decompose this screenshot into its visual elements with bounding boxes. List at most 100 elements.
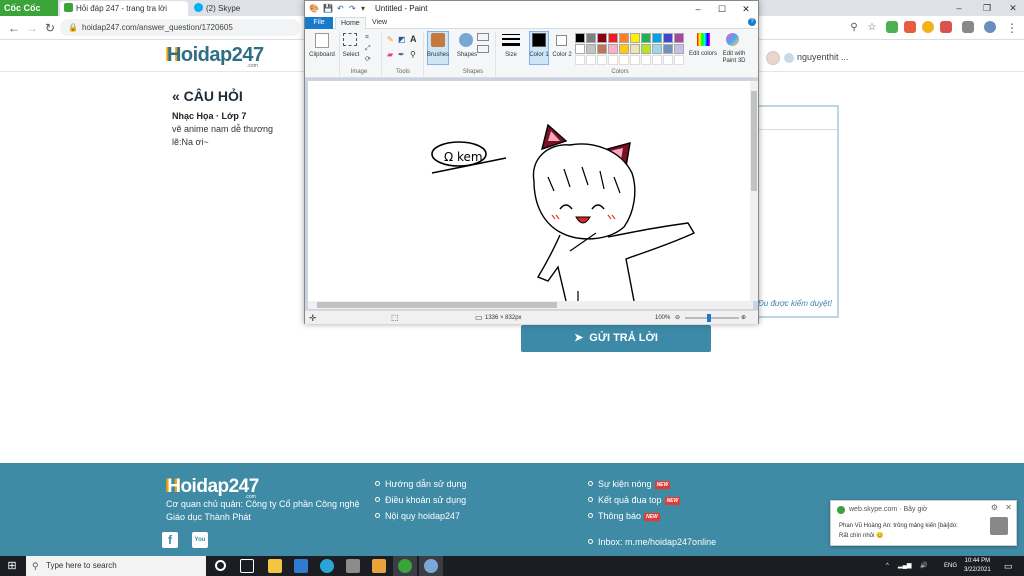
paint-window[interactable]: 🎨 💾 ↶ ↷ ▾ Untitled - Paint – ☐ ✕ File Ho… (304, 0, 759, 324)
puzzle-icon[interactable] (962, 21, 974, 33)
footer-logo[interactable]: HHoidap247 .com (165, 476, 259, 500)
customize-toolbar-icon[interactable]: ▾ (361, 1, 365, 17)
undo-icon[interactable]: ↶ (337, 1, 344, 17)
zoom-out-icon[interactable]: ⊖ (675, 311, 680, 325)
palette-swatch[interactable] (663, 33, 673, 43)
tab-file[interactable]: File (305, 17, 333, 29)
palette-swatch[interactable] (597, 33, 607, 43)
custom-color-swatch[interactable] (619, 55, 629, 65)
palette-swatch[interactable] (586, 44, 596, 54)
extension-icon[interactable] (922, 21, 934, 33)
outline-icon[interactable] (477, 33, 489, 41)
menu-icon[interactable]: ⋮ (1004, 20, 1020, 36)
gear-icon[interactable]: ⚙ (991, 503, 998, 512)
taskbar-search[interactable]: ⚲ Type here to search (26, 556, 206, 576)
restore-icon[interactable]: ❐ (978, 0, 996, 16)
tab-home[interactable]: Home (335, 17, 366, 29)
paint3d-icon[interactable] (726, 33, 739, 46)
forward-arrow-icon[interactable]: → (24, 20, 40, 36)
fill-icon[interactable]: ◩ (398, 35, 406, 44)
minimize-icon[interactable]: – (950, 0, 968, 16)
palette-swatch[interactable] (652, 33, 662, 43)
mail-icon[interactable] (294, 559, 308, 573)
office-icon[interactable] (372, 559, 386, 573)
skype-notification[interactable]: web.skype.com · Bây giờ ⚙ ✕ Phan Vũ Hoàn… (830, 500, 1017, 546)
palette-swatch[interactable] (674, 44, 684, 54)
site-logo[interactable]: HHoidap247 .com (165, 44, 264, 69)
save-icon[interactable]: 💾 (323, 1, 333, 17)
help-icon[interactable]: ? (748, 18, 756, 26)
tab-view[interactable]: View (367, 17, 392, 29)
custom-color-swatch[interactable] (674, 55, 684, 65)
custom-color-swatch[interactable] (575, 55, 585, 65)
paint-title-bar[interactable]: 🎨 💾 ↶ ↷ ▾ Untitled - Paint – ☐ ✕ (305, 1, 758, 17)
user-menu[interactable]: nguyenthit ... (766, 48, 849, 66)
address-bar[interactable]: 🔒 hoidap247.com/answer_question/1720605 (60, 19, 300, 36)
custom-color-swatch[interactable] (641, 55, 651, 65)
windows-start-icon[interactable]: ⊞ (0, 556, 24, 576)
palette-swatch[interactable] (608, 44, 618, 54)
answer-editor[interactable] (755, 105, 839, 318)
footer-link[interactable]: Hướng dẫn sử dụng (375, 479, 467, 489)
footer-link[interactable]: Thông báo NEW (588, 511, 660, 521)
palette-swatch[interactable] (641, 33, 651, 43)
file-explorer-icon[interactable] (268, 559, 282, 573)
horizontal-scroll-thumb[interactable] (317, 302, 557, 308)
messenger-inbox-link[interactable]: Inbox: m.me/hoidap247online (588, 537, 716, 547)
coccoc-taskbar-button[interactable] (393, 556, 417, 576)
palette-swatch[interactable] (597, 44, 607, 54)
paste-icon[interactable] (315, 33, 329, 48)
footer-link[interactable]: Nội quy hoidap247 (375, 511, 460, 521)
language-indicator[interactable]: ENG (944, 556, 957, 576)
custom-color-swatch[interactable] (586, 55, 596, 65)
tab-hoidap[interactable]: Hỏi đáp 247 - trang tra lời (60, 1, 188, 16)
drawing-canvas[interactable]: Ω kem (308, 81, 753, 302)
notifications-icon[interactable]: ▭ (1004, 556, 1013, 576)
custom-color-swatch[interactable] (630, 55, 640, 65)
extension-icon[interactable] (940, 21, 952, 33)
palette-swatch[interactable] (630, 33, 640, 43)
search-icon[interactable]: ⚲ (846, 20, 862, 36)
cortana-icon[interactable] (215, 560, 226, 571)
task-view-icon[interactable] (240, 559, 254, 573)
browser-logo[interactable]: Cốc Cốc (0, 0, 58, 16)
tray-chevron-icon[interactable]: ^ (886, 556, 889, 576)
color2-button[interactable] (556, 35, 567, 46)
zoom-slider-thumb[interactable] (707, 314, 711, 322)
shapes-icon[interactable] (459, 33, 473, 47)
reload-icon[interactable]: ↻ (42, 20, 58, 36)
pencil-icon[interactable]: ✎ (387, 35, 394, 44)
edit-colors-icon[interactable] (697, 33, 710, 46)
zoom-slider[interactable] (685, 317, 739, 319)
palette-swatch[interactable] (575, 44, 585, 54)
profile-icon[interactable] (984, 21, 996, 33)
footer-link[interactable]: Điều khoản sử dụng (375, 495, 466, 505)
close-icon[interactable]: ✕ (1004, 0, 1022, 16)
edge-icon[interactable] (320, 559, 334, 573)
select-icon[interactable] (343, 33, 357, 46)
minimize-icon[interactable]: – (687, 1, 709, 17)
palette-swatch[interactable] (641, 44, 651, 54)
redo-icon[interactable]: ↷ (349, 1, 356, 17)
facebook-icon[interactable]: f (162, 532, 178, 548)
back-arrow-icon[interactable]: ← (6, 20, 22, 36)
palette-swatch[interactable] (619, 33, 629, 43)
palette-swatch[interactable] (575, 33, 585, 43)
rotate-icon[interactable]: ⟳ (365, 55, 371, 63)
footer-link[interactable]: Kết quả đua top NEW (588, 495, 681, 505)
magnifier-icon[interactable]: ⚲ (410, 50, 416, 59)
custom-color-swatch[interactable] (597, 55, 607, 65)
custom-color-swatch[interactable] (663, 55, 673, 65)
zoom-in-icon[interactable]: ⊕ (741, 311, 746, 325)
store-icon[interactable] (346, 559, 360, 573)
footer-link[interactable]: Sự kiện nóng NEW (588, 479, 671, 489)
network-icon[interactable]: ▂▄▆ (898, 556, 911, 576)
palette-swatch[interactable] (652, 44, 662, 54)
size-icon[interactable] (502, 34, 520, 35)
text-icon[interactable]: A (410, 34, 417, 44)
question-meta[interactable]: Nhạc Họa · Lớp 7 (172, 111, 246, 121)
submit-answer-button[interactable]: ➤ GỬI TRẢ LỜI (521, 325, 711, 352)
extension-icon[interactable] (904, 21, 916, 33)
extension-icon[interactable] (886, 21, 898, 33)
close-icon[interactable]: ✕ (735, 1, 757, 17)
